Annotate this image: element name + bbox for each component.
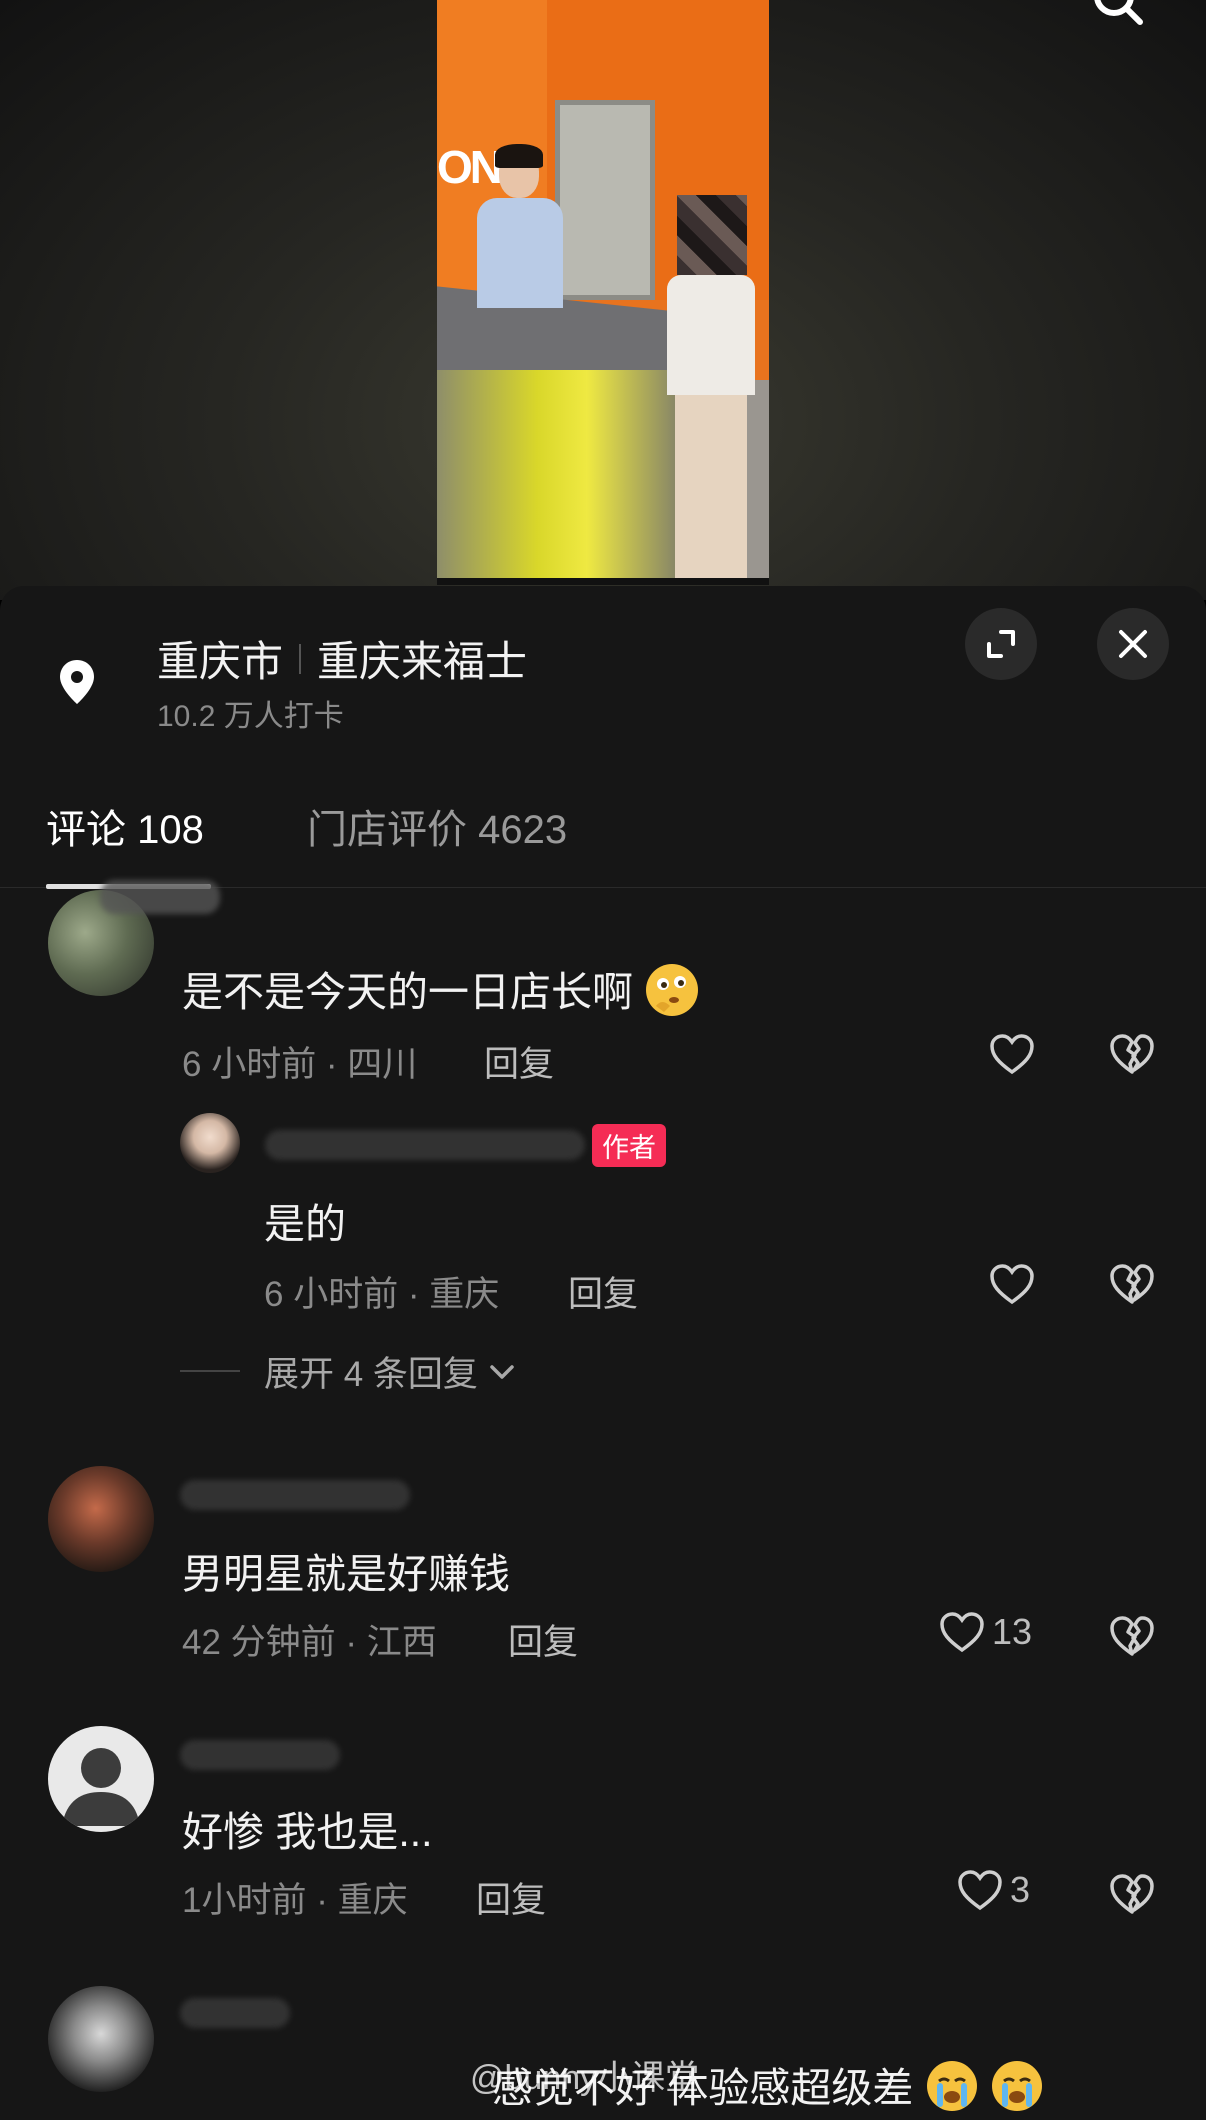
heart-icon xyxy=(990,1034,1034,1075)
username-blurred[interactable] xyxy=(180,1998,290,2028)
broken-heart-icon xyxy=(1110,1034,1154,1074)
heart-icon xyxy=(940,1612,984,1653)
username-blurred[interactable] xyxy=(180,1480,410,1510)
username-blurred[interactable] xyxy=(100,880,220,914)
avatar[interactable] xyxy=(180,1113,240,1173)
username-blurred[interactable] xyxy=(180,1740,340,1770)
expand-replies-button[interactable]: 展开 4 条回复 xyxy=(264,1346,516,1397)
video-player[interactable]: ON xyxy=(437,0,769,585)
avatar[interactable] xyxy=(48,1466,154,1572)
like-button[interactable]: 3 xyxy=(956,1868,1030,1912)
reply-button[interactable]: 回复 xyxy=(484,1036,554,1087)
author-badge: 作者 xyxy=(592,1124,666,1167)
crying-face-emoji xyxy=(990,2059,1044,2120)
comment-meta: 6 小时前 · 四川 xyxy=(182,1045,418,1084)
location-pin-icon xyxy=(58,658,96,706)
dislike-button[interactable] xyxy=(1108,1032,1156,1081)
tab-comments[interactable]: 评论 108 xyxy=(46,796,204,888)
reply-button[interactable]: 回复 xyxy=(508,1614,578,1665)
heart-icon xyxy=(990,1264,1034,1305)
broken-heart-icon xyxy=(1110,1264,1154,1304)
video-counter-front xyxy=(437,370,687,585)
video-person-pixelated xyxy=(655,195,765,585)
comment-text: 是不是今天的一日店长啊 xyxy=(182,958,700,1028)
like-count: 3 xyxy=(1010,1869,1031,1910)
default-avatar-icon[interactable] xyxy=(48,1726,154,1832)
location-city: 重庆市 xyxy=(157,638,284,685)
location-title[interactable]: 重庆市 重庆来福士 xyxy=(157,628,527,689)
location-place: 重庆来福士 xyxy=(317,638,528,685)
broken-heart-icon xyxy=(1110,1616,1154,1656)
reply-meta: 6 小时前 · 重庆 xyxy=(264,1275,500,1314)
tab-bar: 评论 108 门店评价 4623 xyxy=(0,796,1206,889)
broken-heart-icon xyxy=(1110,1874,1154,1914)
chevron-down-icon xyxy=(490,1364,514,1379)
close-icon xyxy=(1119,630,1147,658)
reply-button[interactable]: 回复 xyxy=(568,1266,638,1317)
reply-button[interactable]: 回复 xyxy=(476,1872,546,1923)
crying-face-emoji xyxy=(925,2059,979,2120)
like-button[interactable] xyxy=(988,1262,1036,1306)
comment-text: 男明星就是好赚钱 xyxy=(182,1551,510,1597)
thinking-face-emoji xyxy=(644,962,700,1028)
comment-meta: 1小时前 · 重庆 xyxy=(182,1881,408,1920)
close-button[interactable] xyxy=(1097,608,1169,680)
like-count: 13 xyxy=(992,1611,1033,1652)
like-button[interactable]: 13 xyxy=(938,1610,1032,1654)
checkin-count: 10.2 万人打卡 xyxy=(157,700,344,733)
expand-icon xyxy=(987,630,1015,658)
expand-button[interactable] xyxy=(965,608,1037,680)
reply-text: 是的 xyxy=(264,1201,346,1247)
watermark: @bunny小课堂 xyxy=(470,2059,700,2097)
like-button[interactable] xyxy=(988,1032,1036,1076)
divider xyxy=(299,643,302,674)
dislike-button[interactable] xyxy=(1108,1614,1156,1663)
tab-store-reviews[interactable]: 门店评价 4623 xyxy=(307,796,567,888)
video-door xyxy=(555,100,655,300)
video-person xyxy=(467,144,567,310)
heart-icon xyxy=(958,1870,1002,1911)
dislike-button[interactable] xyxy=(1108,1872,1156,1921)
comment-meta: 42 分钟前 · 江西 xyxy=(182,1623,437,1662)
avatar[interactable] xyxy=(48,1986,154,2092)
username-blurred[interactable] xyxy=(265,1130,585,1160)
comment-text: 好惨 我也是... xyxy=(182,1809,433,1855)
search-icon[interactable] xyxy=(1088,0,1148,34)
divider xyxy=(180,1370,240,1372)
dislike-button[interactable] xyxy=(1108,1262,1156,1311)
